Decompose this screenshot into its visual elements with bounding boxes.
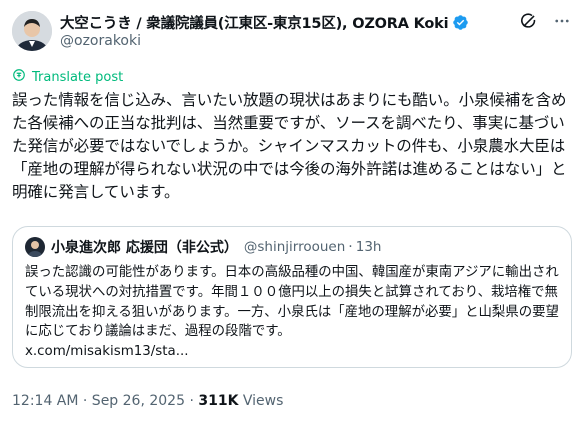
post-actions bbox=[518, 11, 572, 31]
views-label: Views bbox=[242, 393, 284, 409]
quoted-post-link[interactable]: x.com/misakism13/sta... bbox=[25, 344, 189, 359]
more-options-icon[interactable] bbox=[552, 11, 572, 31]
translate-label: Translate post bbox=[32, 69, 124, 85]
author-handle[interactable]: @ozorakoki bbox=[60, 33, 141, 49]
quoted-post-time: 13h bbox=[355, 239, 382, 255]
quoted-post-header: 小泉進次郎 応援団（非公式） @shinjirroouen · 13h bbox=[25, 237, 381, 257]
quoted-post-body: 誤った認識の可能性があります。日本の高級品種の中国、韓国産が東南アジアに輸出され… bbox=[25, 265, 559, 340]
quoted-post-card[interactable]: 小泉進次郎 応援団（非公式） @shinjirroouen · 13h 誤った認… bbox=[12, 226, 572, 368]
post-text: 誤った情報を信じ込み、言いたい放題の現状はあまりにも酷い。小泉候補を含めた各候補… bbox=[12, 91, 567, 201]
post-timestamp[interactable]: 12:14 AM · Sep 26, 2025 bbox=[12, 393, 185, 409]
meta-separator: · bbox=[189, 393, 194, 409]
quoted-author-handle: @shinjirroouen bbox=[243, 239, 346, 255]
author-avatar[interactable] bbox=[12, 11, 52, 51]
post-meta: 12:14 AM · Sep 26, 2025 · 311K Views bbox=[12, 393, 283, 409]
quoted-post-text: 誤った認識の可能性があります。日本の高級品種の中国、韓国産が東南アジアに輸出され… bbox=[25, 263, 565, 362]
quoted-author-avatar bbox=[25, 237, 45, 257]
quoted-separator: · bbox=[348, 239, 353, 255]
translate-post-link[interactable]: Translate post bbox=[12, 68, 123, 86]
translate-icon bbox=[12, 68, 26, 86]
verified-badge-icon bbox=[452, 14, 469, 31]
author-display-name[interactable]: 大空こうき / 衆議院議員(江東区-東京15区), OZORA Koki bbox=[60, 12, 449, 33]
author-name-row: 大空こうき / 衆議院議員(江東区-東京15区), OZORA Koki bbox=[60, 12, 544, 33]
views-count: 311K bbox=[198, 393, 239, 409]
grok-icon[interactable] bbox=[518, 11, 538, 31]
quoted-author-name: 小泉進次郎 応援団（非公式） bbox=[51, 240, 238, 256]
